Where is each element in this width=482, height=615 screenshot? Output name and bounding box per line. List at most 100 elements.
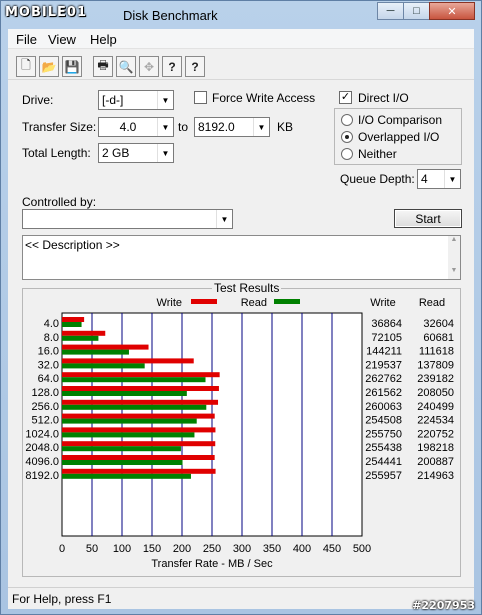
category-label: 512.0 (31, 415, 59, 427)
transfer-size-to-select[interactable]: 8192.0 ▼ (194, 117, 270, 137)
total-length-label: Total Length: (22, 146, 91, 160)
new-icon[interactable]: 🗋 (16, 56, 36, 77)
help-icon[interactable]: ? (162, 56, 182, 77)
queue-depth-select[interactable]: 4 ▼ (417, 169, 461, 189)
menu-help[interactable]: Help (90, 32, 117, 47)
write-bar (62, 455, 215, 460)
legend-write-label: Write (157, 297, 182, 309)
read-column-header: Read (419, 297, 445, 309)
chevron-down-icon: ▼ (216, 210, 232, 228)
read-value: 198218 (417, 442, 454, 454)
read-bar (62, 418, 197, 424)
status-text: For Help, press F1 (12, 592, 112, 606)
minimize-button[interactable]: ─ (377, 2, 404, 20)
write-value: 260063 (365, 401, 402, 413)
force-write-checkbox[interactable] (194, 91, 207, 104)
open-icon[interactable]: 📂 (39, 56, 59, 77)
x-tick-label: 100 (113, 543, 131, 555)
direct-io-checkbox[interactable]: ✓ (339, 91, 352, 104)
read-value: 137809 (417, 359, 454, 371)
read-value: 214963 (417, 470, 454, 482)
write-value: 219537 (365, 359, 402, 371)
description-box[interactable]: << Description >> ▲ ▼ (22, 235, 461, 280)
x-tick-label: 0 (59, 543, 65, 555)
client-area: File View Help 🗋 📂 💾 🖶 🔍 ✥ ? ? Drive: [-… (8, 29, 474, 609)
x-tick-label: 400 (293, 543, 311, 555)
read-value: 240499 (417, 401, 454, 413)
read-bar (62, 473, 191, 479)
kb-label: KB (277, 120, 294, 134)
print-icon[interactable]: 🖶 (93, 56, 113, 77)
write-bar (62, 386, 219, 391)
total-length-select[interactable]: 2 GB ▼ (98, 143, 174, 163)
read-value: 32604 (423, 318, 454, 330)
legend-read-label: Read (241, 297, 267, 309)
read-value: 60681 (423, 332, 454, 344)
read-bar (62, 363, 145, 369)
legend-write-swatch (191, 299, 217, 304)
write-value: 255957 (365, 470, 402, 482)
chevron-down-icon: ▼ (157, 91, 173, 109)
write-bar (62, 358, 194, 364)
drive-select[interactable]: [-d-] ▼ (98, 90, 174, 110)
write-bar (62, 468, 216, 474)
menu-file[interactable]: File (16, 32, 37, 47)
write-bar (62, 441, 216, 447)
x-tick-label: 250 (203, 543, 221, 555)
write-value: 254508 (365, 415, 402, 427)
write-bar (62, 330, 106, 336)
transfer-size-from-select[interactable]: 4.0 ▼ (98, 117, 174, 137)
write-bar (62, 344, 149, 350)
controlled-by-select[interactable]: ▼ (22, 209, 233, 229)
drive-label: Drive: (22, 93, 54, 107)
to-label: to (178, 120, 189, 134)
read-bar (62, 322, 82, 327)
read-bar (62, 404, 207, 410)
category-label: 128.0 (31, 387, 59, 399)
write-bar (62, 413, 215, 419)
overlapped-io-label: Overlapped I/O (358, 130, 440, 144)
write-bar (62, 372, 220, 378)
write-value: 144211 (366, 346, 402, 358)
io-comparison-radio[interactable] (341, 114, 353, 126)
test-results-group: Test Results 0 50 100 150 200 250 300 350 400 450… (22, 281, 461, 577)
write-value: 261562 (365, 387, 402, 399)
io-comparison-label: I/O Comparison (358, 113, 443, 127)
read-value: 224534 (417, 415, 454, 427)
close-button[interactable]: ✕ (429, 2, 475, 20)
results-chart: 0 50 100 150 200 250 300 350 400 450 500 Transfer R… (25, 297, 454, 570)
transfer-size-label: Transfer Size: (22, 120, 97, 134)
read-value: 239182 (417, 373, 454, 385)
chevron-down-icon: ▼ (253, 118, 269, 136)
controlled-by-label: Controlled by: (22, 195, 97, 209)
write-value: 254441 (365, 456, 402, 468)
write-column-header: Write (370, 297, 395, 309)
write-value: 255438 (365, 442, 402, 454)
menu-view[interactable]: View (48, 32, 76, 47)
x-tick-label: 350 (263, 543, 281, 555)
read-value: 200887 (417, 456, 454, 468)
save-icon[interactable]: 💾 (62, 56, 82, 77)
maximize-button[interactable]: □ (403, 2, 430, 20)
start-button[interactable]: Start (394, 209, 462, 228)
read-bar (62, 335, 99, 341)
overlapped-io-radio[interactable] (341, 131, 353, 143)
queue-depth-label: Queue Depth: (340, 172, 415, 186)
read-value: 111618 (419, 346, 454, 358)
x-tick-label: 500 (353, 543, 371, 555)
chevron-down-icon: ▼ (157, 144, 173, 162)
neither-radio[interactable] (341, 148, 353, 160)
legend-read-swatch (274, 299, 300, 304)
move-icon: ✥ (139, 56, 159, 77)
print-preview-icon[interactable]: 🔍 (116, 56, 136, 77)
read-value: 220752 (417, 428, 454, 440)
status-bar: For Help, press F1 (8, 587, 474, 609)
scroll-down-icon[interactable]: ▼ (448, 267, 460, 279)
direct-io-label: Direct I/O (358, 91, 409, 105)
description-text: << Description >> (25, 238, 120, 252)
context-help-icon[interactable]: ? (185, 56, 205, 77)
title-bar[interactable]: MOBILE01 Disk Benchmark ─ □ ✕ (1, 1, 481, 29)
scroll-up-icon[interactable]: ▲ (448, 236, 460, 248)
description-scrollbar[interactable]: ▲ ▼ (448, 236, 460, 279)
toolbar: 🗋 📂 💾 🖶 🔍 ✥ ? ? (8, 50, 474, 80)
